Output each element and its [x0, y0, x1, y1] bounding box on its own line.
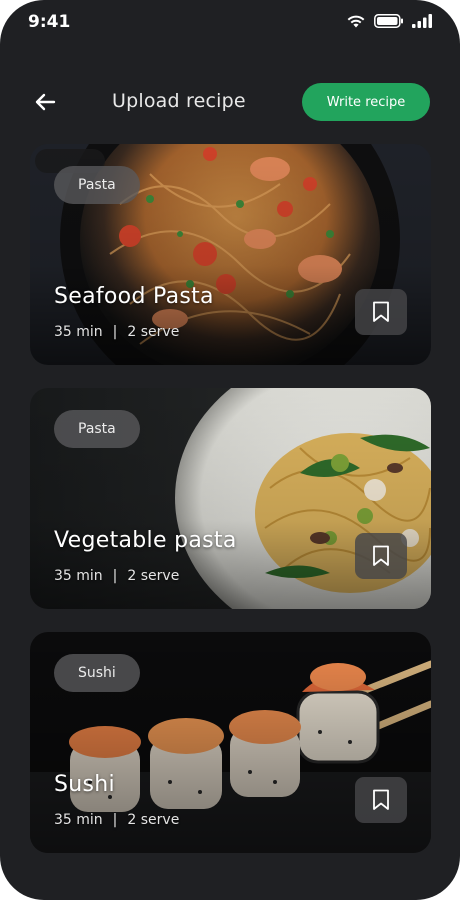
status-time: 9:41: [28, 12, 71, 32]
recipe-meta: 35 min | 2 serve: [54, 812, 179, 828]
recipe-time: 35 min: [54, 812, 103, 828]
recipe-meta: 35 min | 2 serve: [54, 568, 179, 584]
recipe-card-vegetable-pasta[interactable]: Pasta Vegetable pasta 35 min | 2 serve: [30, 388, 431, 609]
header: Upload recipe Write recipe: [0, 80, 460, 124]
wifi-icon: [347, 15, 365, 28]
bookmark-button[interactable]: [355, 289, 407, 335]
arrow-left-icon: [35, 93, 56, 111]
meta-separator: |: [112, 324, 118, 340]
category-pill[interactable]: Pasta: [54, 410, 140, 448]
meta-separator: |: [112, 568, 118, 584]
status-icons: [346, 14, 432, 28]
meta-separator: |: [112, 812, 118, 828]
recipe-time: 35 min: [54, 568, 103, 584]
write-recipe-button[interactable]: Write recipe: [302, 83, 430, 121]
back-button[interactable]: [30, 88, 60, 116]
recipe-title: Vegetable pasta: [54, 528, 237, 553]
recipe-time: 35 min: [54, 324, 103, 340]
recipe-serves: 2 serve: [127, 812, 180, 828]
bookmark-icon: [373, 545, 389, 566]
bookmark-icon: [373, 301, 389, 322]
recipe-meta: 35 min | 2 serve: [54, 324, 179, 340]
page-title: Upload recipe: [112, 90, 246, 112]
bookmark-icon: [373, 789, 389, 810]
status-bar: 9:41: [0, 0, 460, 46]
recipe-serves: 2 serve: [127, 568, 180, 584]
bookmark-button[interactable]: [355, 533, 407, 579]
category-pill[interactable]: Pasta: [54, 166, 140, 204]
phone-screen: 9:41 Upload recipe Write recipe Pasta Se…: [0, 0, 460, 900]
category-pill[interactable]: Sushi: [54, 654, 140, 692]
recipe-card-sushi[interactable]: Sushi Sushi 35 min | 2 serve: [30, 632, 431, 853]
recipe-card-seafood-pasta[interactable]: Pasta Seafood Pasta 35 min | 2 serve: [30, 144, 431, 365]
recipe-title: Sushi: [54, 772, 115, 797]
signal-icon: [412, 14, 432, 28]
recipe-title: Seafood Pasta: [54, 284, 214, 309]
recipe-serves: 2 serve: [127, 324, 180, 340]
battery-icon: [374, 14, 403, 28]
bookmark-button[interactable]: [355, 777, 407, 823]
